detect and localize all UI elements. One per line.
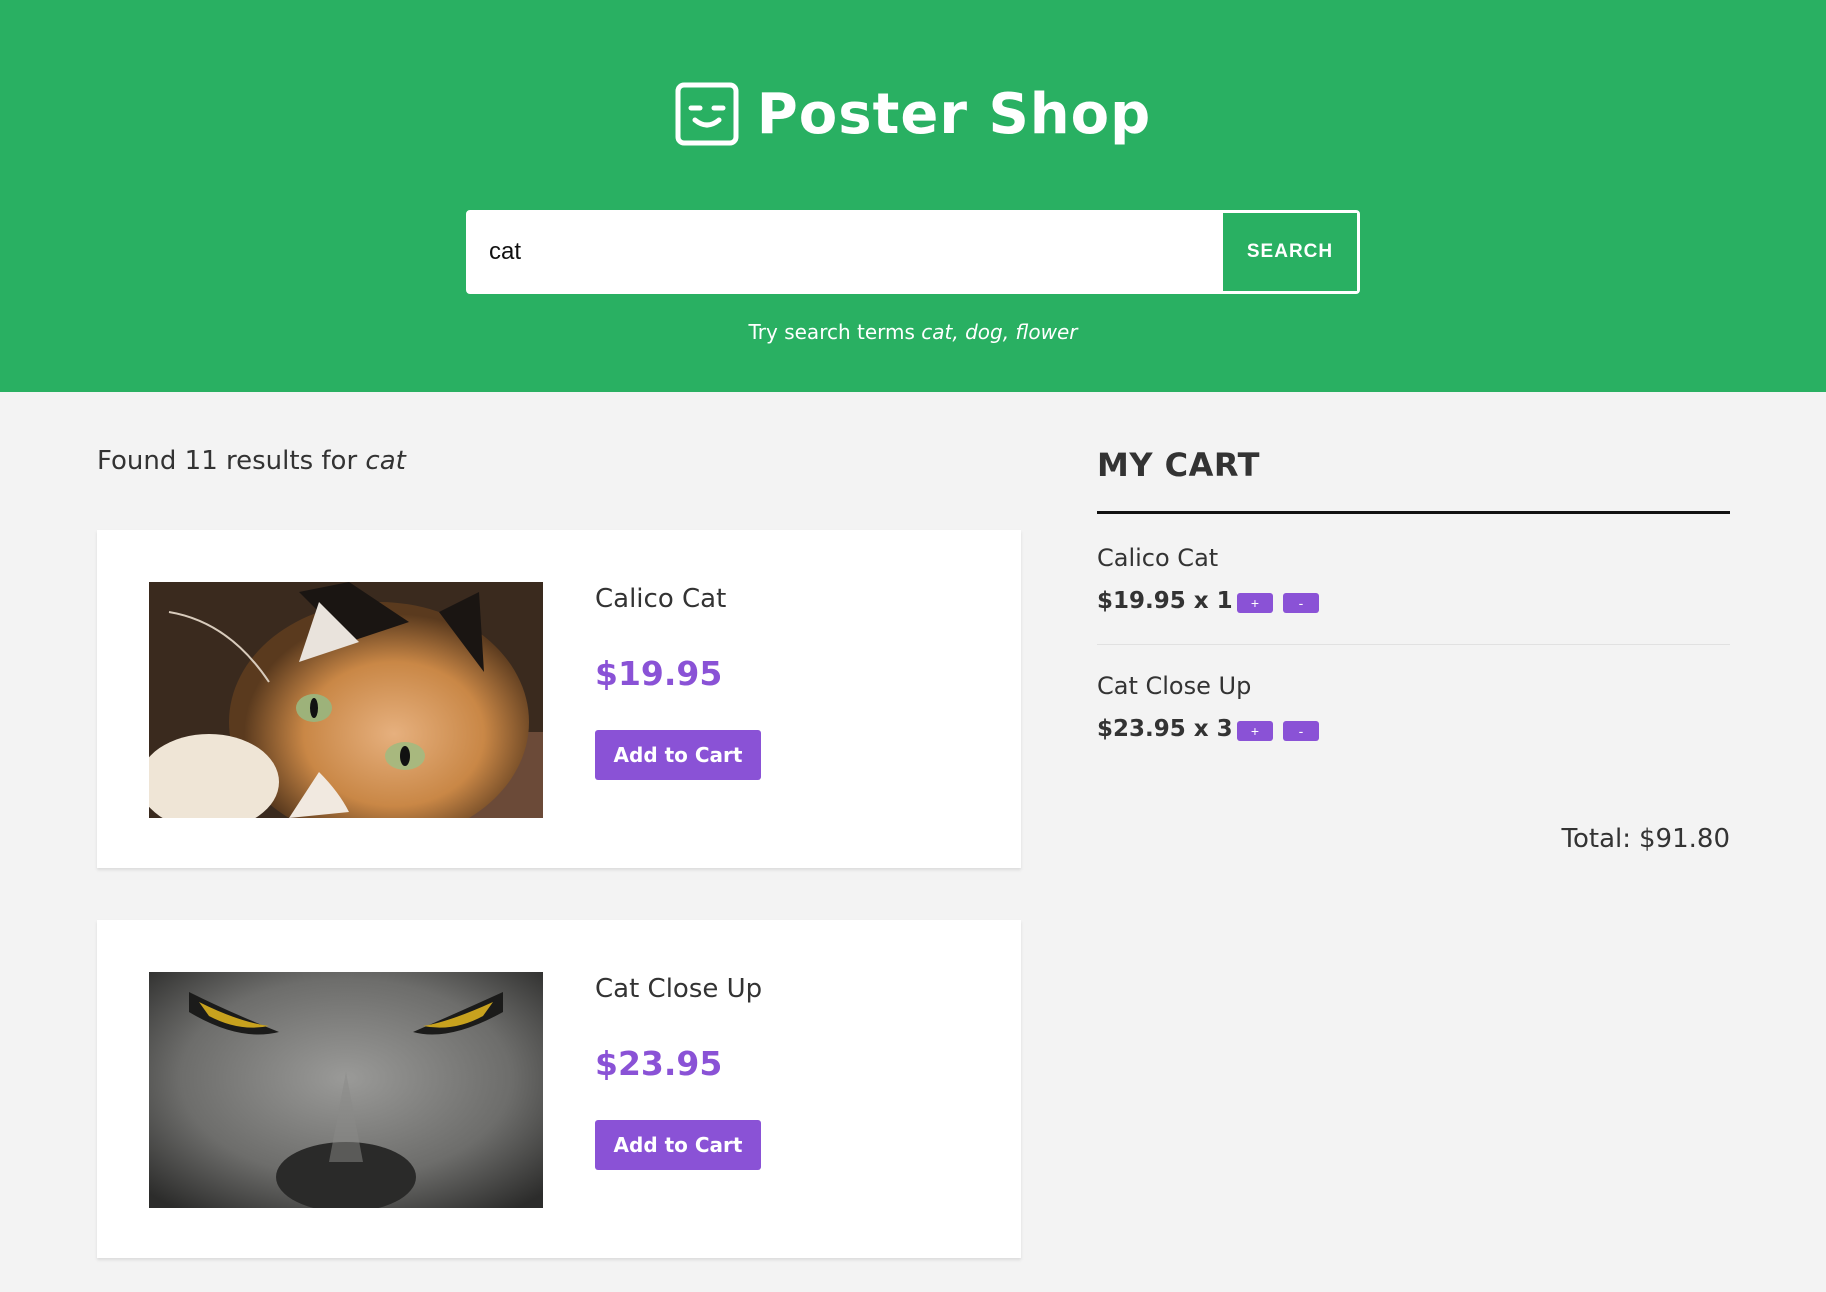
product-name: Calico Cat <box>595 584 727 614</box>
cart-item-name: Cat Close Up <box>1097 672 1252 700</box>
cart-item-divider <box>1097 644 1730 645</box>
site-header: Poster Shop SEARCH Try search terms cat,… <box>0 0 1826 392</box>
cart-item-name: Calico Cat <box>1097 544 1219 572</box>
cart-heading-divider <box>1097 511 1730 514</box>
hint-terms: cat, dog, flower <box>921 320 1078 344</box>
logo: Poster Shop <box>0 78 1826 150</box>
search-hint: Try search terms cat, dog, flower <box>0 320 1826 344</box>
product-price: $19.95 <box>595 654 723 693</box>
results-summary: Found 11 results for cat <box>97 446 406 476</box>
cart-total-label: Total: <box>1561 824 1632 854</box>
increase-quantity-button[interactable]: + <box>1237 721 1273 741</box>
decrease-quantity-button[interactable]: - <box>1283 593 1319 613</box>
cart-item: Calico Cat $19.95 x 1 + - <box>1097 544 1730 672</box>
hint-prefix: Try search terms <box>748 320 915 344</box>
product-card: Cat Close Up $23.95 Add to Cart <box>97 920 1021 1258</box>
cart-heading: MY CART <box>1097 446 1260 484</box>
results-term: cat <box>365 446 406 476</box>
brand-title: Poster Shop <box>756 81 1152 147</box>
decrease-quantity-button[interactable]: - <box>1283 721 1319 741</box>
increase-quantity-button[interactable]: + <box>1237 593 1273 613</box>
cart-total-value: $91.80 <box>1639 824 1730 854</box>
search-input[interactable] <box>469 213 1219 291</box>
search-button[interactable]: SEARCH <box>1223 213 1357 291</box>
cart-item-price-qty: $19.95 x 1 <box>1097 588 1233 614</box>
product-image-cat-close-up[interactable] <box>149 972 543 1208</box>
cart-total: Total: $91.80 <box>1562 824 1730 854</box>
smiley-box-icon <box>675 82 739 146</box>
cart-item-price-qty: $23.95 x 3 <box>1097 716 1233 742</box>
results-summary-prefix: Found 11 results for <box>97 446 358 476</box>
product-card: Calico Cat $19.95 Add to Cart <box>97 530 1021 868</box>
add-to-cart-button[interactable]: Add to Cart <box>595 1120 761 1170</box>
product-price: $23.95 <box>595 1044 723 1083</box>
search-form: SEARCH <box>466 210 1360 294</box>
product-name: Cat Close Up <box>595 974 763 1004</box>
add-to-cart-button[interactable]: Add to Cart <box>595 730 761 780</box>
product-image-calico-cat[interactable] <box>149 582 543 818</box>
cart-item: Cat Close Up $23.95 x 3 + - <box>1097 672 1730 800</box>
